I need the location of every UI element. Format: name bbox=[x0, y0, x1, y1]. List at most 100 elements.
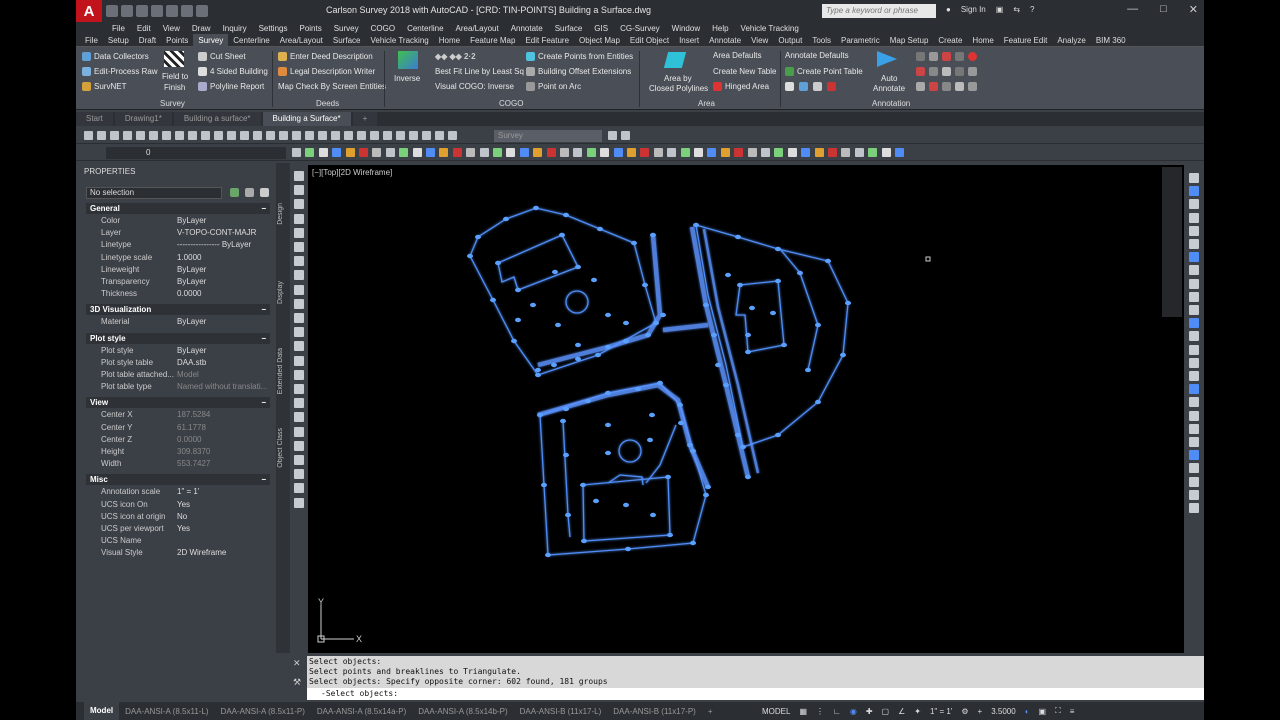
survey-point[interactable] bbox=[595, 352, 601, 358]
survey-point[interactable] bbox=[563, 212, 569, 218]
survey-point[interactable] bbox=[745, 349, 751, 355]
collapse-icon[interactable]: − bbox=[261, 304, 266, 315]
draw-tool-icon[interactable] bbox=[294, 440, 304, 451]
collapse-icon[interactable]: − bbox=[261, 333, 266, 344]
new-icon[interactable] bbox=[106, 5, 118, 17]
tab-map-setup[interactable]: Map Setup bbox=[885, 34, 934, 47]
survey-point[interactable] bbox=[623, 502, 629, 508]
draw-tool-icon[interactable] bbox=[294, 412, 304, 423]
toolbar-tool-icon[interactable] bbox=[573, 148, 583, 157]
collapse-icon[interactable]: − bbox=[261, 203, 266, 214]
toolbar-tool-icon[interactable] bbox=[399, 148, 409, 157]
survey-point[interactable] bbox=[585, 398, 591, 404]
survey-point[interactable] bbox=[711, 332, 717, 338]
close-icon[interactable]: ✕ bbox=[1189, 3, 1198, 16]
property-value[interactable]: Yes bbox=[177, 500, 190, 509]
modify-tool-icon[interactable] bbox=[1189, 344, 1199, 355]
tab-area-layout[interactable]: Area/Layout bbox=[275, 34, 328, 47]
modify-tool-icon[interactable] bbox=[1189, 265, 1199, 276]
survey-point[interactable] bbox=[775, 432, 781, 438]
survey-point[interactable] bbox=[723, 382, 729, 388]
collapse-icon[interactable]: − bbox=[261, 474, 266, 485]
tab-feature-edit[interactable]: Feature Edit bbox=[999, 34, 1053, 47]
survey-point[interactable] bbox=[545, 552, 551, 558]
grid-icon[interactable]: ▦ bbox=[799, 707, 807, 716]
tab-draft[interactable]: Draft bbox=[134, 34, 161, 47]
toolbar-tool-icon[interactable] bbox=[854, 148, 864, 157]
survey-point[interactable] bbox=[642, 282, 648, 288]
help-icon[interactable]: ? bbox=[1030, 5, 1034, 14]
hardware-accel-icon[interactable]: ◐ bbox=[1025, 707, 1030, 716]
draw-tool-icon[interactable] bbox=[294, 213, 304, 224]
survey-point[interactable] bbox=[737, 282, 743, 288]
tab-view[interactable]: View bbox=[746, 34, 773, 47]
survey-point[interactable] bbox=[605, 422, 611, 428]
otrack-icon[interactable]: ∠ bbox=[898, 707, 905, 716]
survey-point[interactable] bbox=[745, 332, 751, 338]
collapse-icon[interactable]: − bbox=[261, 397, 266, 408]
survey-point[interactable] bbox=[635, 386, 641, 392]
survey-point[interactable] bbox=[645, 332, 651, 338]
menu-item-draw[interactable]: Draw bbox=[186, 24, 217, 33]
four-sided-building-button[interactable]: 4 Sided Building bbox=[198, 67, 268, 76]
toolbar-tool-icon[interactable] bbox=[188, 131, 197, 140]
tab-annotate[interactable]: Annotate bbox=[704, 34, 746, 47]
toolbar-tool-icon[interactable] bbox=[814, 148, 824, 157]
document-tab[interactable]: Start bbox=[76, 112, 113, 126]
document-tab[interactable]: Drawing1* bbox=[114, 112, 172, 126]
search-input[interactable]: Type a keyword or phrase bbox=[822, 4, 936, 18]
drawing-svg[interactable]: Y X bbox=[308, 165, 1184, 653]
survey-point[interactable] bbox=[740, 444, 746, 450]
new-tab-button[interactable]: + bbox=[352, 112, 378, 126]
modify-tool-icon[interactable] bbox=[1189, 410, 1199, 421]
toolbar-tool-icon[interactable] bbox=[761, 148, 770, 157]
survey-point[interactable] bbox=[775, 246, 781, 252]
annotation-tool-icons[interactable] bbox=[785, 82, 836, 91]
toolbar-tool-icon[interactable] bbox=[97, 131, 106, 140]
modify-tool-icon[interactable] bbox=[1189, 225, 1199, 236]
toolbar-tool-icon[interactable] bbox=[426, 148, 435, 157]
tab-edit-feature[interactable]: Edit Feature bbox=[520, 34, 574, 47]
survey-point[interactable] bbox=[591, 277, 597, 283]
modify-tool-icon[interactable] bbox=[1189, 437, 1199, 447]
tab-tools[interactable]: Tools bbox=[807, 34, 836, 47]
command-input[interactable]: -Select objects: bbox=[307, 688, 1204, 700]
palette-tab-extended-data[interactable]: Extended Data bbox=[277, 348, 284, 394]
status-value[interactable]: 3.5000 bbox=[991, 707, 1015, 716]
toolbar-tool-icon[interactable] bbox=[123, 131, 132, 140]
survey-point[interactable] bbox=[530, 302, 536, 308]
wrench-icon[interactable]: ⚒ bbox=[293, 677, 301, 688]
selection-dropdown[interactable]: No selection bbox=[86, 187, 222, 199]
tab-create[interactable]: Create bbox=[933, 34, 967, 47]
toolbar-tool-icon[interactable] bbox=[110, 131, 119, 140]
menu-item-centerline[interactable]: Centerline bbox=[401, 24, 449, 33]
survey-point[interactable] bbox=[815, 399, 821, 405]
layout-tab[interactable]: DAA-ANSI-A (8.5x11-P) bbox=[215, 707, 311, 716]
survey-point[interactable] bbox=[770, 310, 776, 316]
plot-icon[interactable] bbox=[166, 5, 178, 17]
property-value[interactable]: DAA.stb bbox=[177, 358, 206, 367]
tab-edit-object[interactable]: Edit Object bbox=[625, 34, 674, 47]
draw-tool-icon[interactable] bbox=[294, 455, 304, 465]
property-value[interactable]: 2D Wireframe bbox=[177, 548, 226, 557]
survey-point[interactable] bbox=[840, 352, 846, 358]
toolbar-tool-icon[interactable] bbox=[841, 148, 851, 157]
draw-tool-icon[interactable] bbox=[294, 355, 304, 366]
toolbar-tool-icon[interactable] bbox=[318, 148, 328, 157]
modify-tool-icon[interactable] bbox=[1189, 397, 1199, 408]
toggle-pickadd-icon[interactable] bbox=[230, 188, 239, 197]
toolbar-tool-icon[interactable] bbox=[519, 148, 529, 157]
tab-surface[interactable]: Surface bbox=[328, 34, 366, 47]
modify-tool-icon[interactable] bbox=[1189, 318, 1199, 329]
edit-process-raw-button[interactable]: Edit-Process Raw bbox=[82, 67, 158, 76]
menu-item-help[interactable]: Help bbox=[706, 24, 734, 33]
survey-point[interactable] bbox=[552, 269, 558, 275]
toolbar-tool-icon[interactable] bbox=[305, 131, 314, 140]
survey-point[interactable] bbox=[563, 452, 569, 458]
layout-tab[interactable]: DAA-ANSI-A (8.5x14b-P) bbox=[412, 707, 513, 716]
toolbar-tool-icon[interactable] bbox=[828, 148, 837, 157]
survey-point[interactable] bbox=[533, 205, 539, 211]
tab-centerline[interactable]: Centerline bbox=[228, 34, 274, 47]
fullscreen-icon[interactable]: ⛶ bbox=[1055, 706, 1061, 716]
tab-insert[interactable]: Insert bbox=[674, 34, 704, 47]
